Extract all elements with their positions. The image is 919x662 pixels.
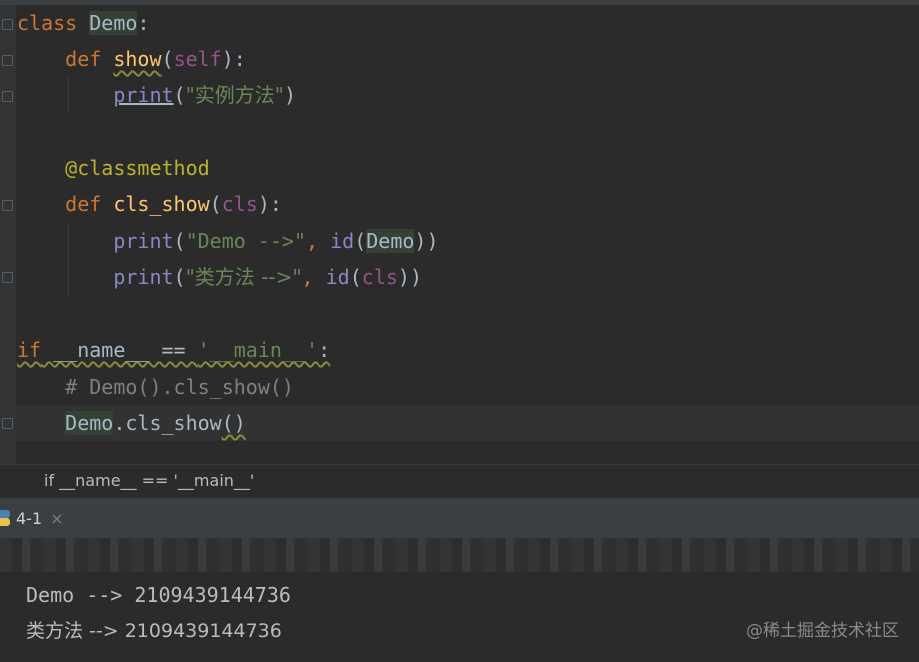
- string-literal: "Demo -->": [185, 229, 307, 253]
- builtin-call[interactable]: print: [113, 83, 173, 107]
- function-name: show: [113, 47, 162, 71]
- punctuation: )): [397, 265, 422, 289]
- builtin-call: id: [325, 265, 350, 289]
- punctuation: (: [349, 265, 362, 289]
- builtin-call: id: [330, 229, 355, 253]
- code-line-1[interactable]: class Demo:: [17, 5, 149, 41]
- code-editor[interactable]: class Demo: def show(self): print("实例方法"…: [0, 0, 919, 464]
- code-line-12[interactable]: Demo.cls_show(): [17, 405, 246, 441]
- punctuation: ,: [301, 265, 326, 289]
- fold-marker-icon[interactable]: [2, 272, 13, 283]
- string-literal: '__main__': [197, 338, 319, 362]
- punctuation: :: [318, 338, 331, 362]
- class-name: Demo: [89, 11, 138, 35]
- dunder-name: __name__ ==: [41, 338, 198, 362]
- keyword: if: [17, 338, 42, 362]
- keyword: def: [65, 47, 102, 71]
- punctuation: (: [173, 229, 186, 253]
- punctuation: (: [209, 192, 222, 216]
- fold-marker-icon[interactable]: [2, 91, 13, 102]
- code-line-5[interactable]: @classmethod: [17, 150, 210, 186]
- python-icon: [0, 510, 10, 526]
- tab-run-config[interactable]: 4-1 ×: [0, 498, 72, 538]
- fold-marker-icon[interactable]: [2, 200, 13, 211]
- cls-ref: cls: [361, 265, 398, 289]
- string-literal: "类方法 -->": [185, 265, 302, 289]
- punctuation: (): [221, 411, 246, 435]
- code-line-8[interactable]: print("类方法 -->", id(cls)): [17, 259, 422, 295]
- punctuation: ):: [257, 192, 282, 216]
- function-name: cls_show: [113, 192, 210, 216]
- punctuation: (: [173, 83, 186, 107]
- tab-label: 4-1: [16, 508, 43, 528]
- comment: # Demo().cls_show(): [65, 375, 294, 399]
- code-line-7[interactable]: print("Demo -->", id(Demo)): [17, 223, 439, 259]
- editor-gutter: [0, 5, 16, 464]
- fold-marker-icon[interactable]: [2, 55, 13, 66]
- punctuation: ):: [221, 47, 246, 71]
- builtin-call: print: [113, 229, 174, 253]
- code-line-3[interactable]: print("实例方法"): [17, 77, 296, 113]
- redacted-command-line: [0, 538, 919, 572]
- breadcrumb[interactable]: if __name__ == '__main__': [0, 464, 919, 498]
- punctuation: (: [161, 47, 174, 71]
- fold-marker-icon[interactable]: [2, 418, 13, 429]
- code-line-11[interactable]: # Demo().cls_show(): [17, 369, 294, 405]
- method-call: .cls_show: [113, 411, 222, 435]
- builtin-call: print: [113, 265, 174, 289]
- class-ref: Demo: [366, 229, 415, 253]
- run-tool-window-header: 4-1 ×: [0, 498, 919, 538]
- close-icon[interactable]: ×: [50, 509, 63, 528]
- cls-param: cls: [221, 192, 258, 216]
- string-literal: "实例方法": [185, 83, 284, 107]
- self-param: self: [173, 47, 222, 71]
- code-line-6[interactable]: def cls_show(cls):: [17, 186, 282, 222]
- punctuation: (: [354, 229, 367, 253]
- keyword: class: [17, 11, 78, 35]
- console-line: 类方法 --> 2109439144736: [26, 620, 282, 642]
- code-line-10[interactable]: if __name__ == '__main__':: [17, 332, 330, 368]
- console-line: Demo --> 2109439144736: [26, 583, 291, 607]
- breadcrumb-item[interactable]: if __name__ == '__main__': [44, 471, 254, 490]
- punctuation: :: [137, 11, 150, 35]
- punctuation: )): [414, 229, 439, 253]
- decorator: @classmethod: [65, 156, 210, 180]
- console-output[interactable]: Demo --> 2109439144736 类方法 --> 210943914…: [0, 538, 919, 662]
- punctuation: ): [284, 83, 297, 107]
- fold-marker-icon[interactable]: [2, 19, 13, 30]
- punctuation: (: [173, 265, 186, 289]
- punctuation: ,: [306, 229, 331, 253]
- class-ref: Demo: [65, 411, 114, 435]
- keyword: def: [65, 192, 102, 216]
- code-line-2[interactable]: def show(self):: [17, 41, 246, 77]
- watermark: @稀土掘金技术社区: [746, 621, 899, 641]
